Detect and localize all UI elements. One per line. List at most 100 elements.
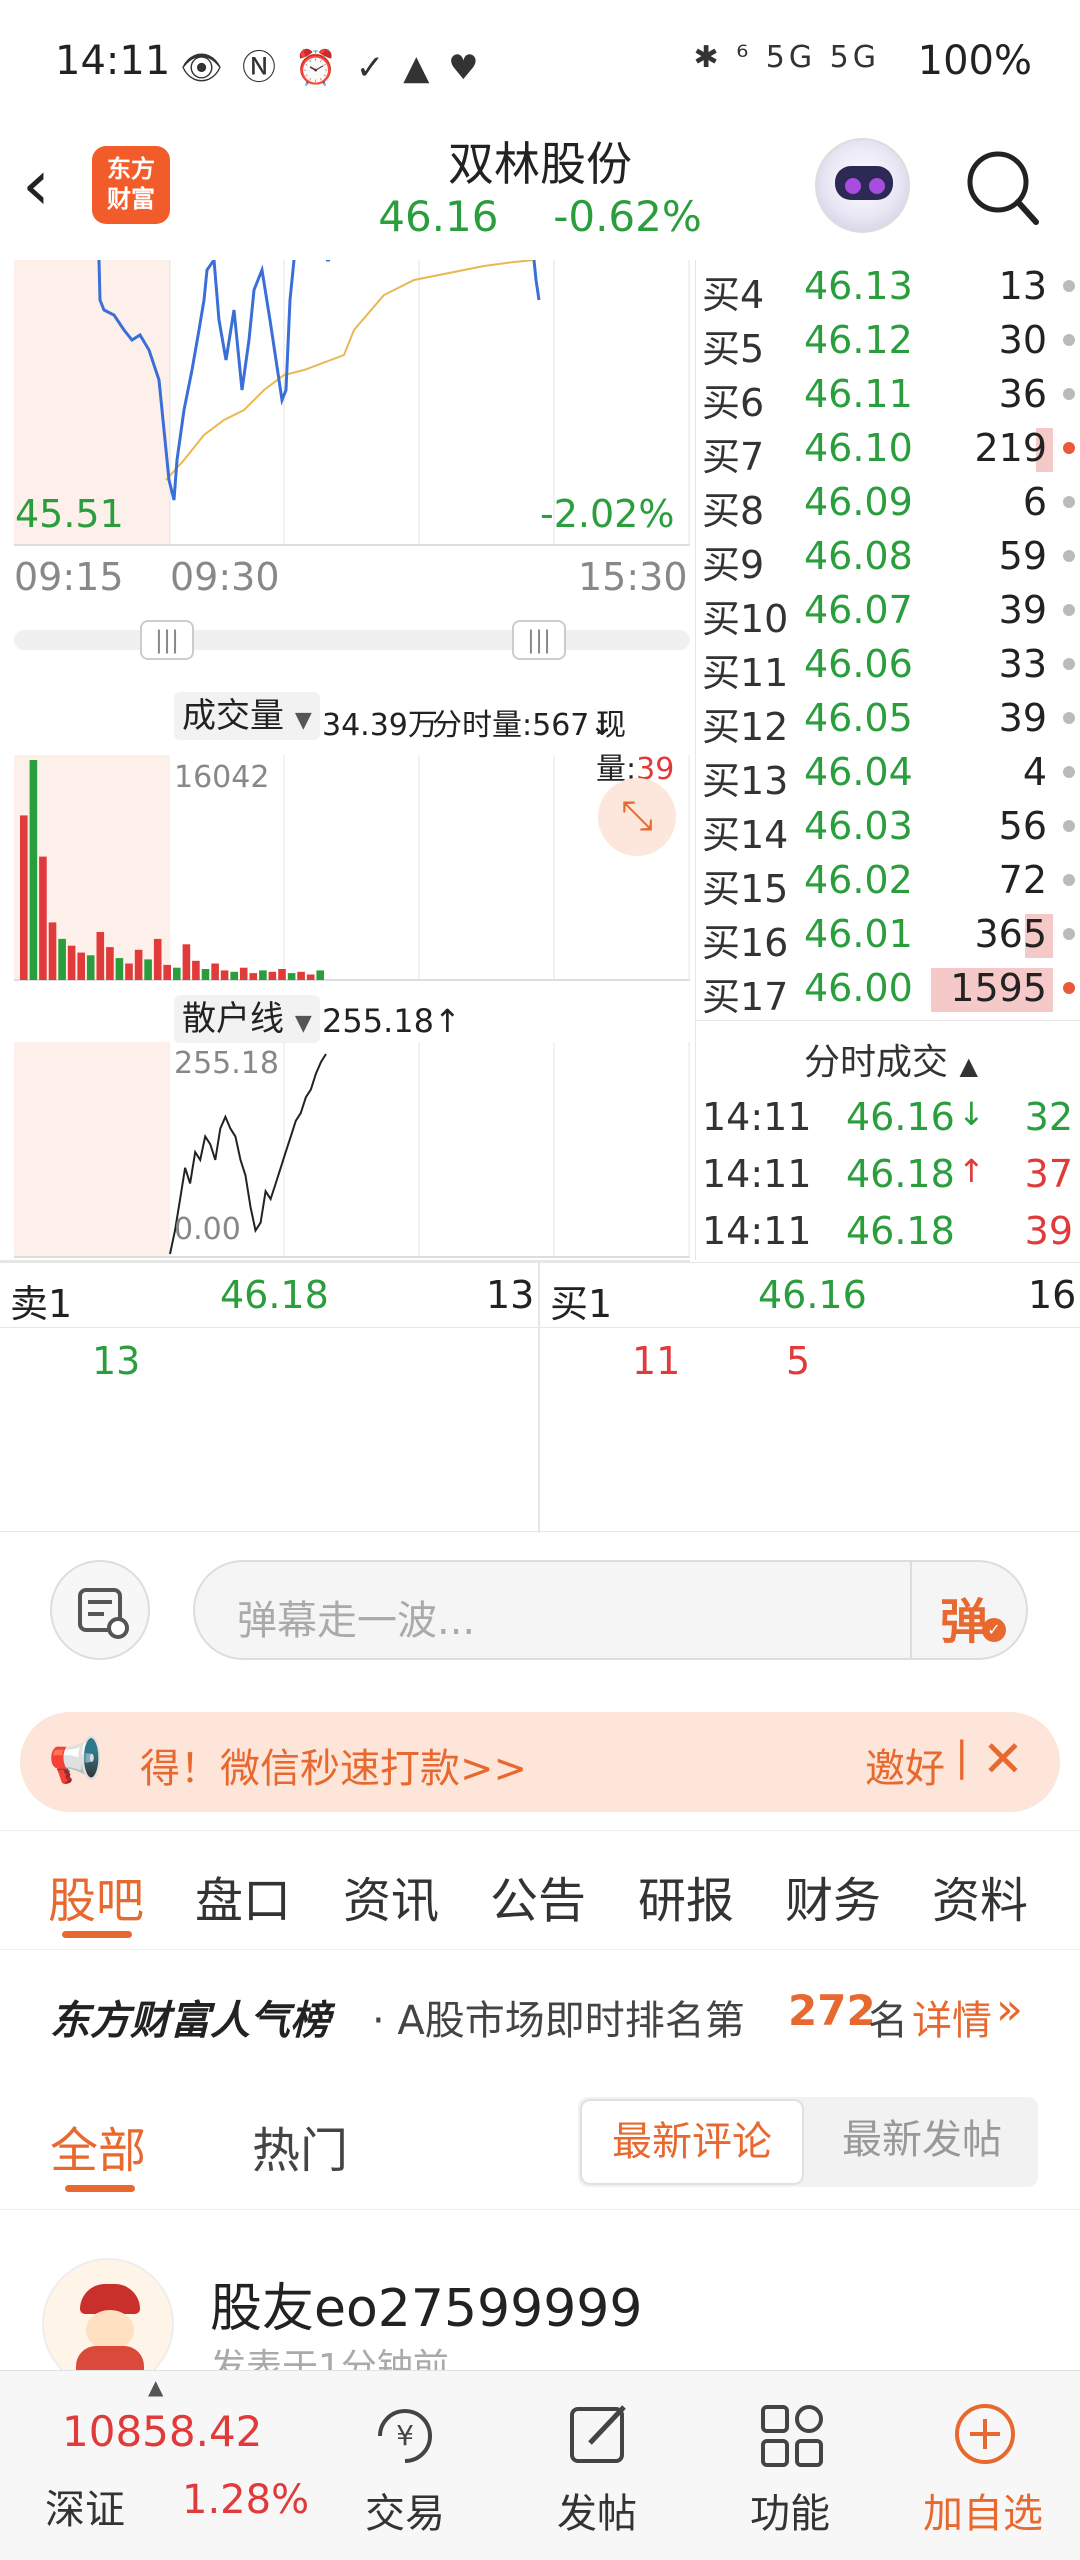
order-book-row[interactable]: 买8 46.09 6 [696, 476, 1080, 533]
popularity-brand: 东方财富人气榜 [50, 1998, 330, 2044]
tick-volume: 37 [1024, 1152, 1073, 1196]
tab-profile[interactable]: 资料 [932, 1861, 1028, 1931]
tick-price: 46.18 [846, 1209, 955, 1253]
volume-bar [211, 963, 219, 980]
bid-price: 46.01 [804, 912, 913, 956]
volume-bar [153, 938, 162, 980]
tab-announcements[interactable]: 公告 [490, 1861, 586, 1931]
order-book-row[interactable]: 买6 46.11 36 [696, 368, 1080, 425]
tab-finance[interactable]: 财务 [785, 1861, 881, 1931]
post-author[interactable]: 股友eo27599999 [210, 2266, 642, 2341]
range-handle-left[interactable]: ||| [140, 620, 194, 660]
stock-price: 46.16 [378, 192, 499, 241]
tab-news[interactable]: 资讯 [343, 1861, 439, 1931]
trade-tick-row[interactable]: 14:11 46.18 39 [696, 1205, 1080, 1261]
bid-price: 46.10 [804, 426, 913, 470]
order-book-row[interactable]: 买10 46.07 39 [696, 584, 1080, 641]
promo-banner[interactable]: 📢 得！微信秒速打款>> 邀好 | ✕ [20, 1712, 1060, 1812]
trade-ticks-header[interactable]: 分时成交 ▲ [804, 1033, 978, 1085]
tab-research[interactable]: 研报 [638, 1861, 734, 1931]
order-book-row[interactable]: 买13 46.04 4 [696, 746, 1080, 803]
sort-up-icon: ▲ [959, 1052, 978, 1080]
popularity-rank-bar[interactable]: 东方财富人气榜 · A股市场即时排名第 272 名 详情 » [0, 1950, 1080, 2070]
retail-max-label: 255.18 [174, 1046, 279, 1081]
order-book-row[interactable]: 买4 46.13 13 [696, 260, 1080, 317]
danmu-settings-icon[interactable] [50, 1560, 150, 1660]
search-icon[interactable] [962, 142, 1042, 232]
danmu-send-button[interactable]: 弹 ✓ [910, 1560, 1028, 1660]
order-book-row[interactable]: 买16 46.01 365 [696, 908, 1080, 965]
trade-ticks-title: 分时成交 [804, 1042, 949, 1083]
trade-tick-row[interactable]: 14:11 46.16 ↓ 32 [696, 1091, 1080, 1147]
tab-pankou[interactable]: 盘口 [195, 1861, 291, 1931]
order-book-row[interactable]: 买15 46.02 72 [696, 854, 1080, 911]
order-book-row[interactable]: 买17 46.00 1595 [696, 962, 1080, 1019]
rank-number: 272 [788, 1986, 876, 2035]
tick-price: 46.16 [846, 1095, 955, 1139]
sell1-total: 13 [486, 1273, 535, 1317]
volume-bar [297, 971, 305, 980]
nav-add-watchlist[interactable]: 加自选 [888, 2371, 1078, 2560]
intraday-chart-panel[interactable]: 45.51 -2.02% 09:15 09:30 15:30 ||| ||| 成… [0, 260, 690, 1262]
index-change-pct: 1.28% [182, 2477, 310, 2523]
level1-queue: 卖1 46.18 13 买1 46.16 16 13 11 5 [0, 1262, 1080, 1533]
post-item[interactable]: 股友eo27599999 发表于1分钟前 [0, 2210, 1080, 2390]
order-book[interactable]: 买4 46.13 13 买5 46.12 30 买6 46.11 36 买7 46.10 219 买8 4… [695, 260, 1080, 1020]
order-book-row[interactable]: 买12 46.05 39 [696, 692, 1080, 749]
status-dot-icon [1063, 658, 1075, 670]
trade-ticks-panel[interactable]: 分时成交 ▲ 14:11 46.16 ↓ 32 14:11 46.18 ↑ 37 14:11 46… [695, 1020, 1080, 1260]
rank-suffix: 名 [868, 1998, 908, 2044]
indicator-selector[interactable]: 散户线 ▼ [174, 995, 320, 1043]
volume-bar [173, 967, 181, 980]
sort-latest-comment[interactable]: 最新评论 [580, 2099, 804, 2185]
index-name: 深证 [45, 2487, 125, 2533]
status-dot-icon [1063, 928, 1075, 940]
range-handle-right[interactable]: ||| [512, 620, 566, 660]
filter-all[interactable]: 全部 [50, 2111, 146, 2181]
time-range-slider[interactable] [14, 630, 690, 650]
queue-divider [538, 1263, 540, 1533]
nav-post-label: 发帖 [557, 2491, 637, 2537]
volume-bar [77, 952, 85, 980]
bid-price: 46.05 [804, 696, 913, 740]
sort-latest-post[interactable]: 最新发帖 [808, 2099, 1036, 2185]
volume-bar [230, 971, 238, 980]
expand-icon[interactable]: ⤡ [598, 778, 676, 856]
bid-volume: 6 [1022, 480, 1047, 524]
volume-bar [259, 970, 267, 980]
status-dot-icon [1063, 820, 1075, 832]
order-book-row[interactable]: 买7 46.10 219 [696, 422, 1080, 479]
invite-text: 邀好 [865, 1746, 945, 1792]
volume-peak-label: 16042 [174, 760, 270, 795]
nav-functions[interactable]: 功能 [695, 2371, 885, 2560]
bid-volume: 59 [998, 534, 1047, 578]
close-icon[interactable]: ✕ [982, 1730, 1024, 1788]
trade-tick-row[interactable]: 14:11 46.18 ↑ 37 [696, 1148, 1080, 1204]
order-book-row[interactable]: 买9 46.08 59 [696, 530, 1080, 587]
edit-icon [570, 2405, 626, 2463]
bid-volume: 30 [998, 318, 1047, 362]
volume-selector[interactable]: 成交量 ▼ [174, 692, 320, 740]
order-book-row[interactable]: 买14 46.03 56 [696, 800, 1080, 857]
sell1-price: 46.18 [220, 1273, 329, 1317]
filter-hot[interactable]: 热门 [252, 2111, 348, 2181]
bid-price: 46.03 [804, 804, 913, 848]
volume-chart[interactable] [14, 755, 690, 985]
rank-details-link[interactable]: 详情 [912, 1988, 992, 2046]
volume-bar [306, 974, 315, 980]
bid-level: 买5 [702, 327, 765, 371]
double-chevron-icon: » [996, 1984, 1023, 2035]
index-ticker[interactable]: ▲ 10858.42 深证 1.28% [20, 2371, 320, 2560]
tab-guba[interactable]: 股吧 [48, 1861, 144, 1931]
nav-post[interactable]: 发帖 [502, 2371, 692, 2560]
order-book-row[interactable]: 买5 46.12 30 [696, 314, 1080, 371]
retail-line-chart[interactable] [14, 1042, 690, 1260]
active-tab-indicator [62, 1931, 132, 1938]
danmu-input[interactable]: 弹幕走一波... [193, 1560, 1028, 1660]
robot-assistant-icon[interactable] [815, 138, 910, 233]
nav-trade-label: 交易 [365, 2491, 445, 2537]
order-book-row[interactable]: 买11 46.06 33 [696, 638, 1080, 695]
bid-price: 46.11 [804, 372, 913, 416]
status-dot-icon [1063, 874, 1075, 886]
nav-trade[interactable]: ¥ 交易 [310, 2371, 500, 2560]
